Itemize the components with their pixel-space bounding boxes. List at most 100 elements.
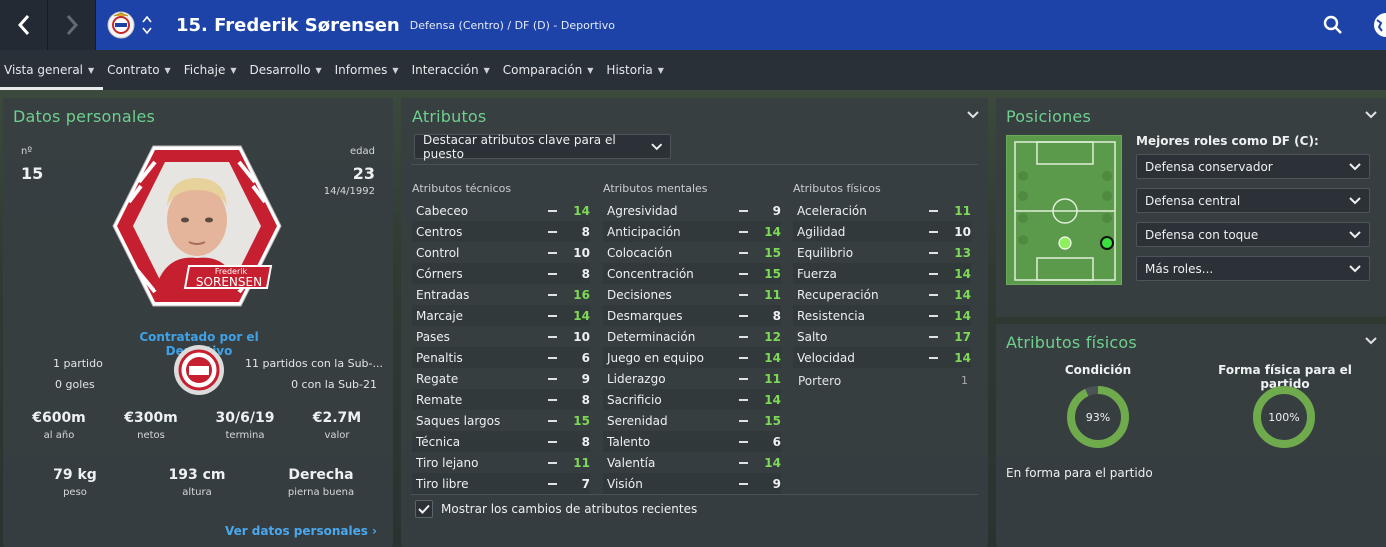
attribute-row[interactable]: Sacrificio 14	[603, 389, 781, 410]
tab-vista-general[interactable]: Vista general ▼	[0, 50, 104, 90]
attribute-row[interactable]: Agilidad 10	[793, 221, 971, 242]
chevron-down-icon: ▼	[230, 65, 237, 75]
condition-value: 93%	[1086, 411, 1110, 424]
attribute-name: Fuerza	[797, 266, 837, 281]
show-changes-toggle[interactable]: Mostrar los cambios de atributos recient…	[415, 500, 697, 518]
wage-value: €600m	[32, 410, 86, 426]
attribute-row[interactable]: Anticipación 14	[603, 221, 781, 242]
attribute-row[interactable]: Visión 9	[603, 473, 781, 494]
tab-comparacion[interactable]: Comparación ▼	[499, 50, 603, 90]
tab-label: Interacción	[411, 63, 479, 77]
attribute-row[interactable]: Concentración 15	[603, 263, 781, 284]
collapse-chevron-icon[interactable]	[966, 110, 980, 120]
attribute-row[interactable]: Marcaje 14	[412, 305, 590, 326]
role-select-2[interactable]: Defensa central	[1136, 188, 1370, 213]
collapse-chevron-icon[interactable]	[1364, 336, 1378, 346]
physical-list: Aceleración 11 Agilidad 10 Equilibrio 13 Fuerz…	[793, 200, 971, 368]
back-button[interactable]	[0, 0, 48, 50]
attribute-row[interactable]: Pases 10	[412, 326, 590, 347]
attribute-row[interactable]: Resistencia 14	[793, 305, 971, 326]
attribute-name: Talento	[607, 434, 651, 449]
trend-dash-icon	[739, 420, 748, 422]
attribute-row[interactable]: Remate 8	[412, 389, 590, 410]
attribute-row[interactable]: Entradas 16	[412, 284, 590, 305]
attribute-row[interactable]: Tiro lejano 11	[412, 452, 590, 473]
more-roles-select[interactable]: Más roles...	[1136, 256, 1370, 281]
attribute-row[interactable]: Regate 9	[412, 368, 590, 389]
attribute-row[interactable]: Colocación 15	[603, 242, 781, 263]
attribute-row[interactable]: Velocidad 14	[793, 347, 971, 368]
trend-dash-icon	[548, 294, 557, 296]
attribute-row[interactable]: Tiro libre 7	[412, 473, 590, 494]
attribute-row[interactable]: Desmarques 8	[603, 305, 781, 326]
attribute-row[interactable]: Liderazgo 11	[603, 368, 781, 389]
collapse-chevron-icon[interactable]	[1364, 110, 1378, 120]
attribute-row[interactable]: Cabeceo 14	[412, 200, 590, 221]
attribute-row[interactable]: Aceleración 11	[793, 200, 971, 221]
attribute-row[interactable]: Córners 8	[412, 263, 590, 284]
attribute-row[interactable]: Técnica 8	[412, 431, 590, 452]
attribute-name: Serenidad	[607, 413, 668, 428]
attribute-row[interactable]: Recuperación 14	[793, 284, 971, 305]
panel-title: Posiciones	[1006, 107, 1091, 126]
trend-dash-icon	[739, 357, 748, 359]
role-select-3[interactable]: Defensa con toque	[1136, 222, 1370, 247]
weight-value: 79 kg	[53, 467, 97, 483]
attribute-value: 15	[764, 245, 781, 260]
checkbox[interactable]	[415, 500, 433, 518]
attribute-value: 15	[573, 413, 590, 428]
attribute-name: Regate	[416, 371, 459, 386]
positions-panel: Posiciones Mejores roles como DF (C): De…	[996, 98, 1386, 317]
condition-ring: 93%	[1067, 386, 1129, 448]
player-portrait: Frederik SORENSEN	[112, 145, 282, 307]
club-crest-selector[interactable]	[96, 0, 162, 50]
attribute-row[interactable]: Centros 8	[412, 221, 590, 242]
tab-contrato[interactable]: Contrato ▼	[103, 50, 180, 90]
chevron-down-icon	[650, 142, 662, 150]
attribute-name: Recuperación	[797, 287, 879, 302]
chevron-down-icon: ▼	[164, 65, 171, 75]
international-caps: 1 partido	[53, 357, 103, 370]
role-select-1[interactable]: Defensa conservador	[1136, 154, 1370, 179]
attribute-row[interactable]: Salto 17	[793, 326, 971, 347]
globe-button[interactable]	[1356, 0, 1386, 50]
age-value: 23	[352, 164, 375, 183]
attribute-name: Saques largos	[416, 413, 501, 428]
view-personal-data-link[interactable]: Ver datos personales ›	[225, 524, 377, 538]
attribute-row[interactable]: Penaltis 6	[412, 347, 590, 368]
attribute-row[interactable]: Determinación 12	[603, 326, 781, 347]
attribute-row[interactable]: Saques largos 15	[412, 410, 590, 431]
chevron-right-icon: ›	[372, 524, 377, 538]
height-stat: 193 cm altura	[149, 467, 245, 498]
attribute-row[interactable]: Fuerza 14	[793, 263, 971, 284]
attribute-row[interactable]: Juego en equipo 14	[603, 347, 781, 368]
value-stat: €2.7M valor	[289, 410, 385, 441]
attribute-name: Juego en equipo	[607, 350, 705, 365]
attribute-row[interactable]: Talento 6	[603, 431, 781, 452]
tab-desarrollo[interactable]: Desarrollo ▼	[246, 50, 331, 90]
tab-interaccion[interactable]: Interacción ▼	[408, 50, 499, 90]
attribute-name: Aceleración	[797, 203, 867, 218]
attribute-row[interactable]: Agresividad 9	[603, 200, 781, 221]
highlight-attributes-select[interactable]: Destacar atributos clave para el puesto	[414, 133, 671, 161]
attribute-value: 14	[954, 266, 971, 281]
trend-dash-icon	[739, 378, 748, 380]
trend-dash-icon	[548, 210, 557, 212]
tab-informes[interactable]: Informes ▼	[331, 50, 408, 90]
attribute-row[interactable]: Valentía 14	[603, 452, 781, 473]
attribute-name: Penaltis	[416, 350, 463, 365]
trend-dash-icon	[929, 252, 938, 254]
attribute-name: Tiro libre	[416, 476, 469, 491]
attribute-row[interactable]: Decisiones 11	[603, 284, 781, 305]
link-label: Ver datos personales	[224, 524, 368, 538]
attribute-row[interactable]: Serenidad 15	[603, 410, 781, 431]
tab-historia[interactable]: Historia ▼	[602, 50, 672, 90]
search-button[interactable]	[1310, 0, 1356, 50]
trend-dash-icon	[548, 483, 557, 485]
tab-fichaje[interactable]: Fichaje ▼	[180, 50, 246, 90]
forward-button[interactable]	[48, 0, 96, 50]
attribute-row[interactable]: Control 10	[412, 242, 590, 263]
chevron-down-icon: ▼	[587, 65, 594, 75]
attribute-row[interactable]: Equilibrio 13	[793, 242, 971, 263]
attribute-name: Decisiones	[607, 287, 672, 302]
